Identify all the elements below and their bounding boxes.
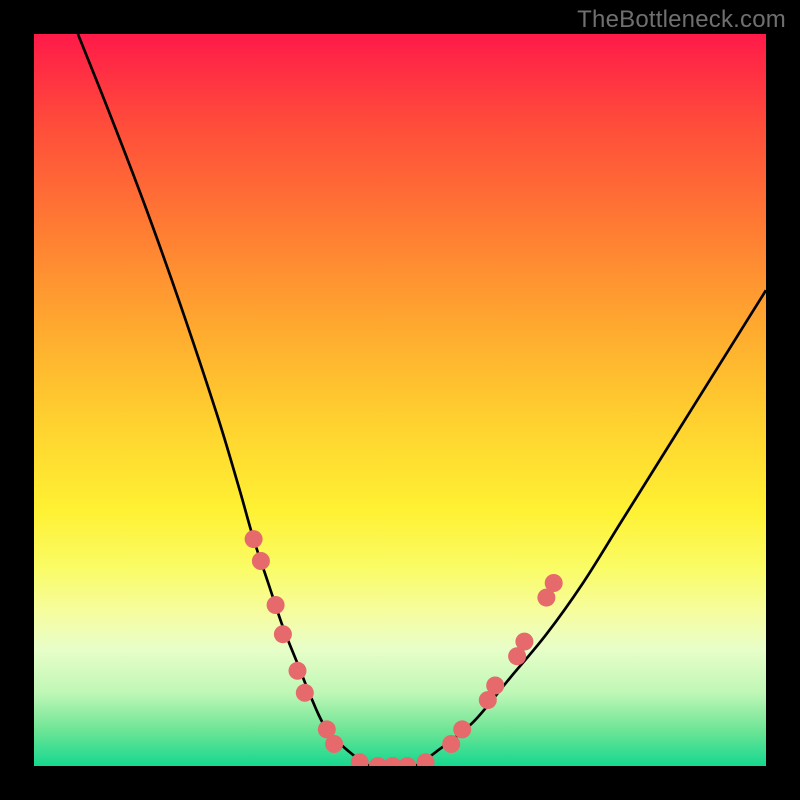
marker-dot [252,552,270,570]
chart-frame: TheBottleneck.com [0,0,800,800]
marker-dot [545,574,563,592]
marker-dot [398,757,416,766]
marker-dot [325,735,343,753]
bottleneck-curve [78,34,766,766]
marker-dot [486,677,504,695]
marker-dot [274,625,292,643]
marker-dot [442,735,460,753]
watermark-text: TheBottleneck.com [577,6,786,34]
plot-area [34,34,766,766]
marker-dot [267,596,285,614]
chart-svg [34,34,766,766]
marker-dot [453,720,471,738]
marker-dot [296,684,314,702]
marker-dot [289,662,307,680]
marker-dot [245,530,263,548]
marker-dot [515,633,533,651]
